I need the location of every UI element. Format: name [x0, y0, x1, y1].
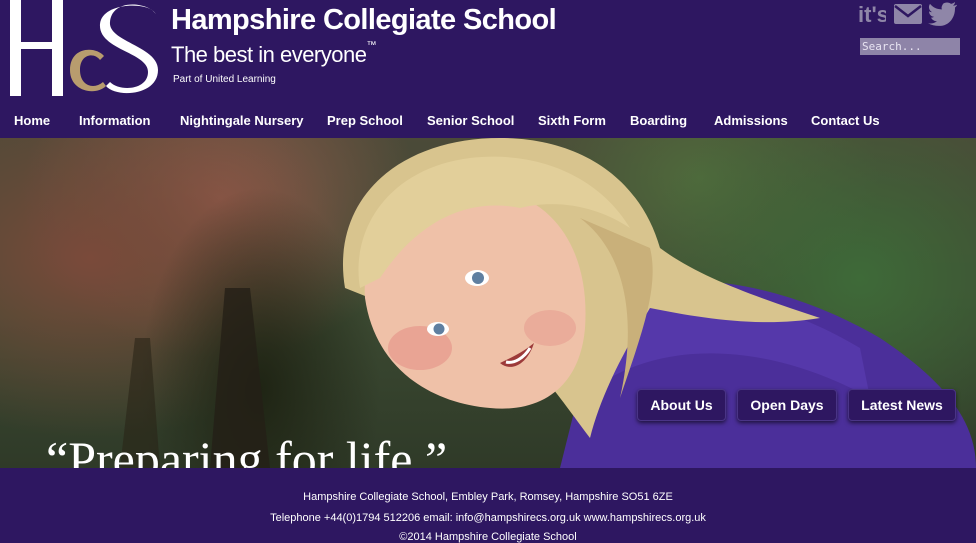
its-learning-link[interactable]: it's [858, 2, 886, 26]
part-of-united-learning: Part of United Learning [173, 74, 276, 85]
hero-quote: “Preparing for life.” [46, 431, 448, 468]
search-input[interactable] [860, 38, 960, 55]
footer-address: Hampshire Collegiate School, Embley Park… [303, 491, 673, 503]
nav-sixth-form[interactable]: Sixth Form [538, 104, 606, 138]
nav-prep-school[interactable]: Prep School [327, 104, 403, 138]
its-learning-label: it's [858, 3, 886, 25]
open-days-button[interactable]: Open Days [737, 389, 837, 421]
footer-copyright: ©2014 Hampshire Collegiate School [399, 531, 577, 543]
tagline-text: The best in everyone [171, 42, 367, 67]
site-footer: Hampshire Collegiate School, Embley Park… [0, 468, 976, 543]
site-header: Hampshire Collegiate School The best in … [0, 0, 976, 104]
school-logo[interactable] [8, 0, 164, 98]
nav-information[interactable]: Information [79, 104, 151, 138]
nav-boarding[interactable]: Boarding [630, 104, 687, 138]
footer-contact: Telephone +44(0)1794 512206 email: info@… [270, 512, 706, 524]
nav-senior-school[interactable]: Senior School [427, 104, 514, 138]
hero-banner: About Us Open Days Latest News “Preparin… [0, 138, 976, 468]
nav-contact-us[interactable]: Contact Us [811, 104, 880, 138]
about-us-button[interactable]: About Us [637, 389, 726, 421]
twitter-icon [928, 2, 957, 26]
nav-nightingale-nursery[interactable]: Nightingale Nursery [180, 104, 304, 138]
nav-admissions[interactable]: Admissions [714, 104, 788, 138]
email-link[interactable] [894, 2, 922, 26]
tagline: The best in everyone™ [171, 40, 376, 68]
main-nav: Home Information Nightingale Nursery Pre… [0, 104, 976, 138]
trademark-symbol: ™ [366, 40, 376, 51]
latest-news-button[interactable]: Latest News [848, 389, 956, 421]
school-name[interactable]: Hampshire Collegiate School [171, 4, 557, 37]
email-icon [894, 4, 922, 24]
twitter-link[interactable] [928, 2, 958, 26]
its-learning-icon: it's [858, 3, 886, 25]
nav-home[interactable]: Home [14, 104, 50, 138]
